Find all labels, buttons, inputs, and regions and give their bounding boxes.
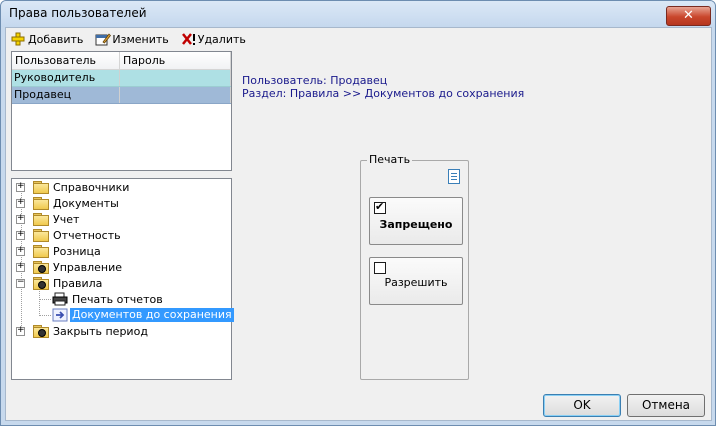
plus-icon [11, 32, 25, 46]
tree-item-dokumentov-do-sohraneniya[interactable]: Документов до сохранения [52, 307, 234, 323]
tree-item-pechat-otchetov[interactable]: Печать отчетов [52, 291, 163, 307]
table-row[interactable]: Продавец [12, 87, 231, 104]
rights-tree[interactable]: + Справочники + Документы + Учет + Отчет… [11, 178, 234, 380]
window-title: Права пользователей [9, 6, 147, 20]
info-section-line: Раздел: Правила >> Документов до сохране… [242, 87, 525, 100]
tree-item-label: Документы [53, 196, 119, 210]
column-header-user[interactable]: Пользователь [12, 52, 121, 69]
expand-icon[interactable]: + [16, 197, 25, 208]
tree-item-upravlenie[interactable]: + Управление [16, 259, 122, 275]
edit-button-label: Изменить [112, 32, 169, 46]
expand-icon[interactable]: + [16, 325, 25, 336]
tree-line [39, 299, 51, 300]
tree-item-spravochniki[interactable]: + Справочники [16, 179, 129, 195]
edit-button[interactable]: Изменить [93, 30, 170, 48]
printer-icon [52, 292, 68, 306]
delete-icon [181, 32, 195, 46]
table-row[interactable]: Руководитель [12, 70, 231, 87]
allow-label: Разрешить [384, 276, 448, 289]
deny-checkbox[interactable]: ✔ [374, 200, 386, 214]
arrow-doc-icon [52, 308, 68, 322]
cell-user: Продавец [12, 87, 120, 103]
group-label: Печать [367, 153, 413, 166]
tree-line [39, 315, 51, 316]
tree-item-label: Справочники [53, 180, 130, 194]
tree-item-roznica[interactable]: + Розница [16, 243, 101, 259]
allow-option-button[interactable]: Разрешить [369, 257, 463, 305]
tree-item-zakryt-period[interactable]: + Закрыть период [16, 323, 148, 339]
deny-label: Запрещено [379, 218, 453, 231]
tree-item-label: Отчетность [53, 228, 121, 242]
close-icon: ✕ [683, 8, 694, 23]
delete-button-label: Удалить [197, 32, 246, 46]
tree-line [39, 291, 40, 316]
tree-item-label: Печать отчетов [72, 292, 163, 306]
folder-icon [33, 245, 49, 258]
tree-item-label: Правила [53, 276, 103, 290]
expand-icon[interactable]: + [16, 245, 25, 256]
folder-icon [33, 229, 49, 242]
gear-folder-icon [33, 261, 49, 274]
dialog-client-area: Добавить Изменить Удалить Пользователь П… [5, 27, 712, 421]
users-table-header: Пользователь Пароль [12, 52, 231, 70]
delete-button[interactable]: Удалить [179, 30, 248, 48]
add-button-label: Добавить [28, 32, 84, 46]
edit-icon [95, 32, 112, 46]
folder-icon [33, 213, 49, 226]
cell-password [120, 70, 231, 86]
users-table[interactable]: Пользователь Пароль Руководитель Продаве… [11, 51, 232, 171]
expand-icon[interactable]: + [16, 229, 25, 240]
column-header-password[interactable]: Пароль [120, 52, 231, 69]
cell-password [120, 87, 231, 103]
collapse-icon[interactable]: − [16, 277, 25, 288]
tree-item-label: Учет [53, 212, 80, 226]
info-user-line: Пользователь: Продавец [242, 74, 388, 87]
folder-icon [33, 197, 49, 210]
gear-folder-icon [33, 277, 49, 290]
ok-button[interactable]: OK [543, 394, 621, 417]
tree-item-otchetnost[interactable]: + Отчетность [16, 227, 121, 243]
gear-folder-icon [33, 325, 49, 338]
toolbar: Добавить Изменить Удалить [9, 30, 248, 48]
title-bar[interactable]: Права пользователей ✕ [1, 1, 715, 27]
add-button[interactable]: Добавить [9, 30, 85, 48]
user-rights-window: Права пользователей ✕ Добавить Изменить [0, 0, 716, 426]
tree-item-dokumenty[interactable]: + Документы [16, 195, 119, 211]
selection-info: Пользователь: Продавец Раздел: Правила >… [242, 74, 524, 100]
expand-icon[interactable]: + [16, 213, 25, 224]
document-icon [448, 169, 460, 184]
folder-icon [33, 181, 49, 194]
tree-item-uchet[interactable]: + Учет [16, 211, 79, 227]
allow-checkbox[interactable] [374, 262, 386, 274]
cell-user: Руководитель [12, 70, 120, 86]
tree-item-label: Розница [53, 244, 101, 258]
tree-item-label: Документов до сохранения [70, 308, 234, 322]
expand-icon[interactable]: + [16, 181, 25, 192]
check-icon: ✔ [375, 200, 385, 213]
tree-item-label: Управление [53, 260, 123, 274]
deny-option-button[interactable]: ✔ Запрещено [369, 197, 463, 245]
tree-item-pravila[interactable]: − Правила [16, 275, 102, 291]
cancel-button[interactable]: Отмена [627, 394, 705, 417]
tree-item-label: Закрыть период [53, 324, 148, 338]
expand-icon[interactable]: + [16, 261, 25, 272]
print-permission-group: Печать ✔ Запрещено Разрешить [360, 153, 469, 380]
close-button[interactable]: ✕ [666, 6, 711, 26]
